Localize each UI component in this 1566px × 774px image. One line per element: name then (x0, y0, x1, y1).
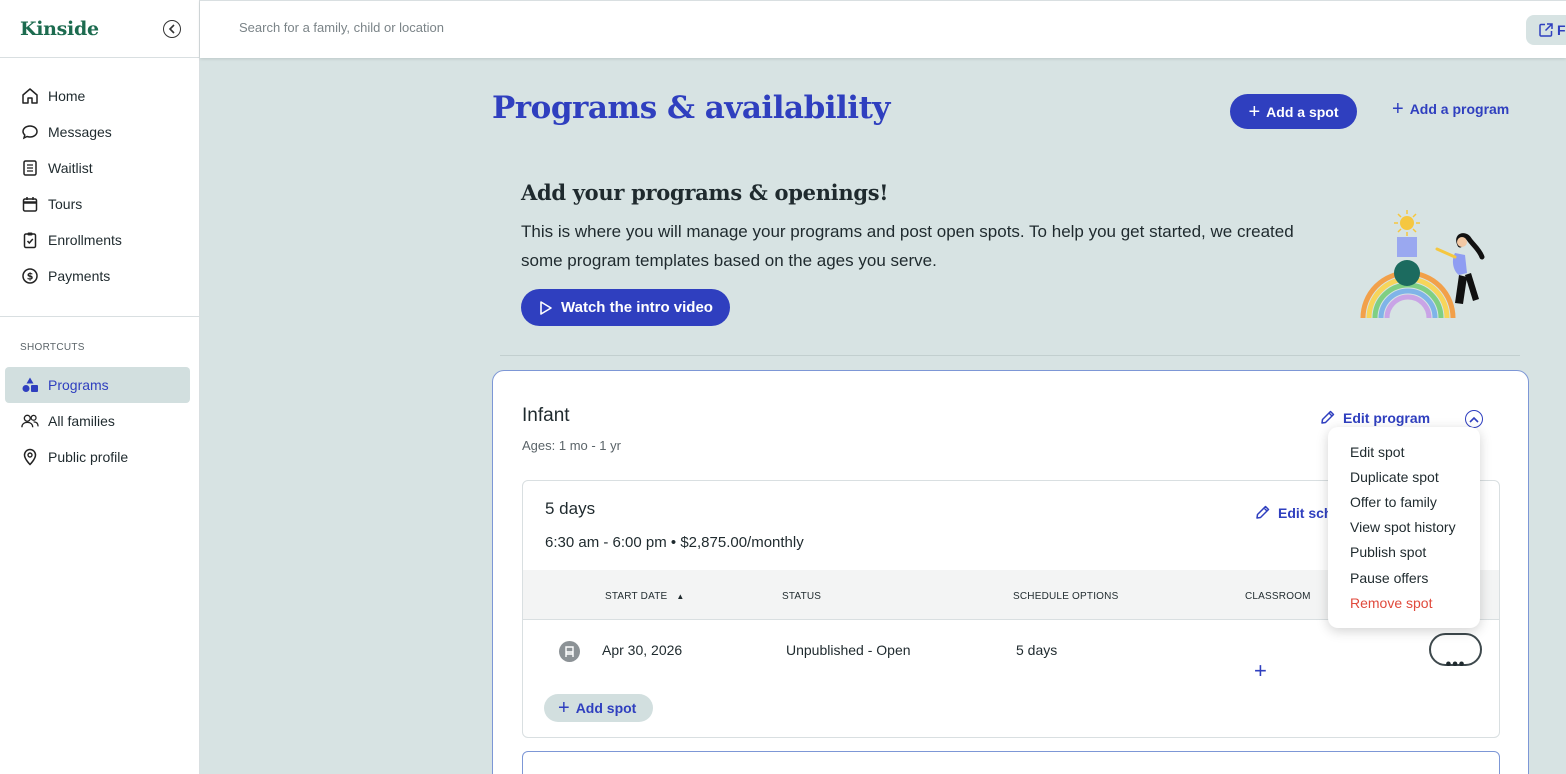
sidebar-item-label: All families (48, 413, 115, 429)
home-icon (21, 87, 39, 105)
sidebar-item-label: Tours (48, 196, 83, 212)
add-spot-button[interactable]: + Add spot (544, 694, 653, 722)
chevron-up-icon (1469, 416, 1479, 423)
sidebar-item-waitlist[interactable]: Waitlist (0, 150, 199, 186)
page-title: Programs & availability (492, 90, 890, 126)
pencil-icon (1321, 410, 1335, 424)
sidebar-item-label: Programs (48, 377, 109, 393)
sidebar-item-label: Enrollments (48, 232, 122, 248)
sidebar-item-tours[interactable]: Tours (0, 186, 199, 222)
clipboard-check-icon (21, 231, 39, 249)
menu-item-view-spot-history[interactable]: View spot history (1328, 515, 1480, 540)
spot-actions-menu: Edit spot Duplicate spot Offer to family… (1328, 427, 1480, 628)
plus-icon: + (1392, 98, 1404, 120)
sidebar-item-messages[interactable]: Messages (0, 114, 199, 150)
add-a-program-label: Add a program (1409, 101, 1510, 117)
column-header-schedule-options: SCHEDULE OPTIONS (1013, 591, 1119, 602)
sidebar-item-label: Waitlist (48, 160, 93, 176)
schedule-options-cell: 5 days (1016, 642, 1058, 658)
sidebar-item-public-profile[interactable]: Public profile (0, 439, 199, 475)
calendar-icon (21, 195, 39, 213)
column-header-status: STATUS (782, 591, 822, 602)
chat-bubble-icon (21, 123, 39, 141)
start-date-cell: Apr 30, 2026 (602, 642, 683, 658)
edit-schedule-button[interactable]: Edit sch (1254, 504, 1332, 521)
sidebar-item-all-families[interactable]: All families (0, 403, 199, 439)
plus-icon: + (1254, 658, 1267, 683)
collapse-program-button[interactable] (1465, 410, 1483, 428)
schedule-subtitle: 6:30 am - 6:00 pm • $2,875.00/monthly (545, 534, 804, 551)
menu-item-publish-spot[interactable]: Publish spot (1328, 540, 1480, 565)
schedule-title: 5 days (545, 499, 596, 518)
search-input[interactable] (239, 20, 739, 35)
status-cell: Unpublished - Open (786, 642, 911, 658)
add-spot-label: Add spot (575, 700, 637, 716)
table-row: Apr 30, 2026 Unpublished - Open 5 days +… (523, 621, 1499, 683)
add-a-spot-button[interactable]: + Add a spot (1230, 94, 1357, 129)
edit-schedule-label: Edit sch (1278, 504, 1333, 521)
list-icon (21, 159, 39, 177)
external-link-button-label: F (1557, 22, 1566, 38)
intro-heading: Add your programs & openings! (521, 180, 889, 205)
menu-item-offer-to-family[interactable]: Offer to family (1328, 489, 1480, 514)
watch-intro-video-label: Watch the intro video (561, 299, 713, 316)
add-schedule-button[interactable] (522, 751, 1500, 774)
add-a-spot-label: Add a spot (1266, 103, 1339, 120)
sidebar-item-label: Home (48, 88, 86, 104)
external-link-icon (1539, 23, 1553, 37)
column-label: START DATE (605, 591, 668, 602)
sidebar-item-label: Payments (48, 268, 111, 284)
add-a-program-button[interactable]: + Add a program (1392, 98, 1510, 120)
menu-item-edit-spot[interactable]: Edit spot (1328, 439, 1480, 464)
dollar-circle-icon: $ (21, 267, 39, 285)
play-icon (540, 300, 552, 315)
section-divider (500, 355, 1520, 356)
ellipsis-icon: ••• (1445, 656, 1466, 673)
main-nav: Home Messages Waitlist Tours Enrollments… (0, 58, 199, 294)
program-name: Infant (522, 405, 570, 426)
edit-program-label: Edit program (1343, 409, 1431, 426)
external-link-button[interactable]: F (1526, 15, 1566, 45)
sidebar-item-home[interactable]: Home (0, 78, 199, 114)
plus-icon: + (1248, 100, 1261, 123)
menu-item-duplicate-spot[interactable]: Duplicate spot (1328, 464, 1480, 489)
kinside-logo[interactable]: Kinside (20, 18, 99, 40)
brand-bar: Kinside (0, 0, 199, 58)
edit-program-button[interactable]: Edit program (1319, 409, 1430, 426)
column-header-start-date[interactable]: START DATE ▲ (605, 591, 685, 602)
program-ages: Ages: 1 mo - 1 yr (522, 438, 621, 453)
chair-icon (559, 641, 580, 662)
more-options-button[interactable]: ••• (1429, 633, 1482, 673)
intro-section: Add your programs & openings! This is wh… (521, 180, 1321, 275)
collapse-sidebar-icon[interactable] (163, 19, 181, 38)
people-icon (21, 412, 39, 430)
sidebar-item-label: Public profile (48, 449, 129, 465)
sidebar: Kinside Home Messages Waitlist Tours Enr… (0, 0, 200, 774)
sort-ascending-icon: ▲ (676, 592, 685, 601)
intro-body: This is where you will manage your progr… (521, 222, 1294, 270)
plus-icon: + (558, 697, 570, 719)
pencil-icon (1256, 505, 1270, 519)
menu-item-pause-offers[interactable]: Pause offers (1328, 565, 1480, 590)
svg-text:$: $ (27, 272, 34, 283)
sidebar-item-enrollments[interactable]: Enrollments (0, 222, 199, 258)
sidebar-item-payments[interactable]: $ Payments (0, 258, 199, 294)
location-pin-icon (21, 448, 39, 466)
menu-item-remove-spot[interactable]: Remove spot (1328, 590, 1480, 615)
shortcuts-heading: SHORTCUTS (20, 342, 85, 353)
sidebar-item-programs[interactable]: Programs (5, 367, 190, 403)
column-header-classroom: CLASSROOM (1245, 591, 1311, 602)
sidebar-item-label: Messages (48, 124, 112, 140)
shapes-icon (21, 376, 39, 394)
watch-intro-video-button[interactable]: Watch the intro video (521, 289, 730, 326)
intro-illustration (1360, 210, 1485, 319)
top-bar: F (200, 0, 1566, 58)
